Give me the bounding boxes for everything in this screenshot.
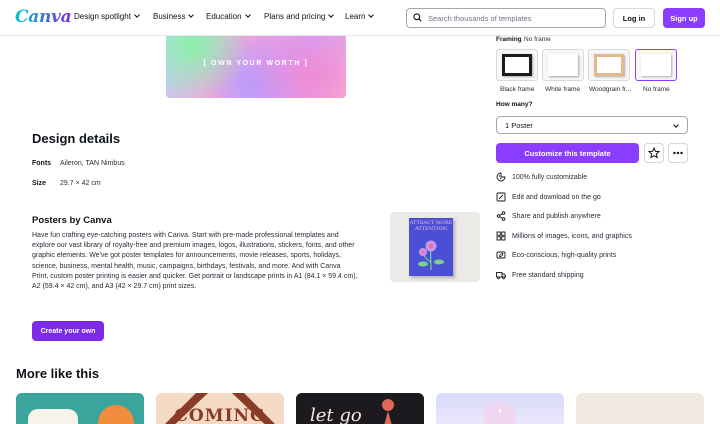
feature-text: Millions of images, icons, and graphics bbox=[512, 232, 632, 240]
more-like-this-heading: More like this bbox=[16, 366, 100, 381]
related-template-thumb[interactable] bbox=[16, 393, 144, 424]
search-input[interactable] bbox=[428, 13, 598, 23]
poster-artwork: ATTRACT MORE ATTENTION bbox=[409, 218, 453, 276]
customize-template-button[interactable]: Customize this template bbox=[496, 143, 639, 163]
nav-education[interactable]: Education bbox=[206, 12, 251, 21]
woodgrain-frame-icon bbox=[594, 54, 624, 76]
customize-icon bbox=[496, 172, 506, 182]
feature-text: 100% fully customizable bbox=[512, 173, 588, 181]
chevron-down-icon bbox=[673, 122, 679, 128]
frame-option-label: Woodgrain fr... bbox=[589, 86, 632, 93]
design-details-heading: Design details bbox=[32, 131, 121, 146]
nav-learn[interactable]: Learn bbox=[345, 12, 375, 21]
top-navigation: Canva Design spotlight Business Educatio… bbox=[0, 0, 720, 36]
more-dots-icon bbox=[673, 151, 683, 155]
thumb-artwork bbox=[16, 393, 144, 424]
thumb-text: let go bbox=[310, 405, 362, 424]
chevron-down-icon bbox=[188, 12, 195, 18]
chevron-down-icon bbox=[244, 12, 251, 18]
create-your-own-button[interactable]: Create your own bbox=[32, 321, 104, 341]
feature-text: Free standard shipping bbox=[512, 271, 584, 279]
nav-business[interactable]: Business bbox=[153, 12, 195, 21]
thumb-artwork bbox=[484, 401, 516, 424]
poster-example-image: ATTRACT MORE ATTENTION bbox=[390, 212, 480, 282]
feature-text: Share and publish anywhere bbox=[512, 212, 601, 220]
quantity-selected-value: 1 Poster bbox=[505, 120, 533, 130]
frame-option-label: White frame bbox=[545, 86, 581, 93]
posters-description: Have fun crafting eye-catching posters w… bbox=[32, 232, 358, 291]
flower-illustration-icon bbox=[418, 240, 444, 271]
chevron-down-icon bbox=[368, 12, 375, 18]
framing-label: Framing bbox=[496, 36, 522, 43]
share-icon bbox=[496, 211, 506, 221]
frame-option-woodgrain[interactable] bbox=[588, 49, 630, 81]
feature-item: Edit and download on the go bbox=[496, 192, 601, 202]
signup-button[interactable]: Sign up bbox=[663, 8, 705, 28]
black-frame-icon bbox=[502, 54, 532, 76]
nav-item-label: Business bbox=[153, 12, 186, 21]
frame-option-none[interactable] bbox=[635, 49, 677, 81]
feature-text: Edit and download on the go bbox=[512, 193, 601, 201]
favorite-button[interactable] bbox=[644, 143, 664, 163]
nav-item-label: Learn bbox=[345, 12, 366, 21]
quantity-select[interactable]: 1 Poster bbox=[496, 116, 688, 134]
nav-item-label: Education bbox=[206, 12, 242, 21]
more-options-button[interactable] bbox=[668, 143, 688, 163]
feature-item: Share and publish anywhere bbox=[496, 211, 601, 221]
related-template-thumb[interactable]: let go bbox=[296, 393, 424, 424]
frame-option-black[interactable] bbox=[496, 49, 538, 81]
search-icon bbox=[413, 9, 422, 27]
feature-item: Millions of images, icons, and graphics bbox=[496, 231, 632, 241]
chevron-down-icon bbox=[328, 12, 335, 18]
chevron-down-icon bbox=[134, 12, 140, 18]
frame-option-label: Black frame bbox=[500, 86, 535, 93]
framing-selected-value: No frame bbox=[524, 36, 551, 43]
truck-icon bbox=[496, 270, 506, 280]
star-icon bbox=[648, 147, 660, 159]
eco-icon bbox=[496, 250, 506, 260]
login-button[interactable]: Log in bbox=[613, 8, 655, 28]
nav-item-label: Design spotlight bbox=[74, 12, 131, 21]
feature-item: Eco-conscious, high-quality prints bbox=[496, 250, 616, 260]
feature-item: 100% fully customizable bbox=[496, 172, 587, 182]
how-many-label: How many? bbox=[496, 101, 533, 108]
feature-item: Free standard shipping bbox=[496, 270, 584, 280]
white-frame-icon bbox=[548, 54, 578, 76]
grid-icon bbox=[496, 231, 506, 241]
size-value: 29.7 × 42 cm bbox=[60, 180, 101, 187]
related-template-thumb[interactable] bbox=[576, 393, 704, 424]
related-template-thumb[interactable]: COMING bbox=[156, 393, 284, 424]
edit-icon bbox=[496, 192, 506, 202]
thumb-text: COMING bbox=[174, 406, 266, 424]
related-template-thumb[interactable] bbox=[436, 393, 564, 424]
search-box[interactable] bbox=[406, 8, 606, 28]
size-label: Size bbox=[32, 180, 47, 187]
canva-logo[interactable]: Canva bbox=[15, 7, 72, 27]
frame-option-label: No frame bbox=[643, 86, 670, 93]
frame-option-white[interactable] bbox=[542, 49, 584, 81]
fonts-value: Aileron, TAN Nimbus bbox=[60, 160, 125, 167]
preview-tagline: [ OWN YOUR WORTH ] bbox=[203, 60, 309, 67]
nav-design-spotlight[interactable]: Design spotlight bbox=[74, 12, 140, 21]
nav-plans-and-pricing[interactable]: Plans and pricing bbox=[264, 12, 335, 21]
no-frame-icon bbox=[641, 54, 671, 76]
fonts-label: Fonts bbox=[32, 160, 52, 167]
posters-heading: Posters by Canva bbox=[32, 215, 112, 226]
nav-item-label: Plans and pricing bbox=[264, 12, 326, 21]
feature-text: Eco-conscious, high-quality prints bbox=[512, 251, 617, 259]
